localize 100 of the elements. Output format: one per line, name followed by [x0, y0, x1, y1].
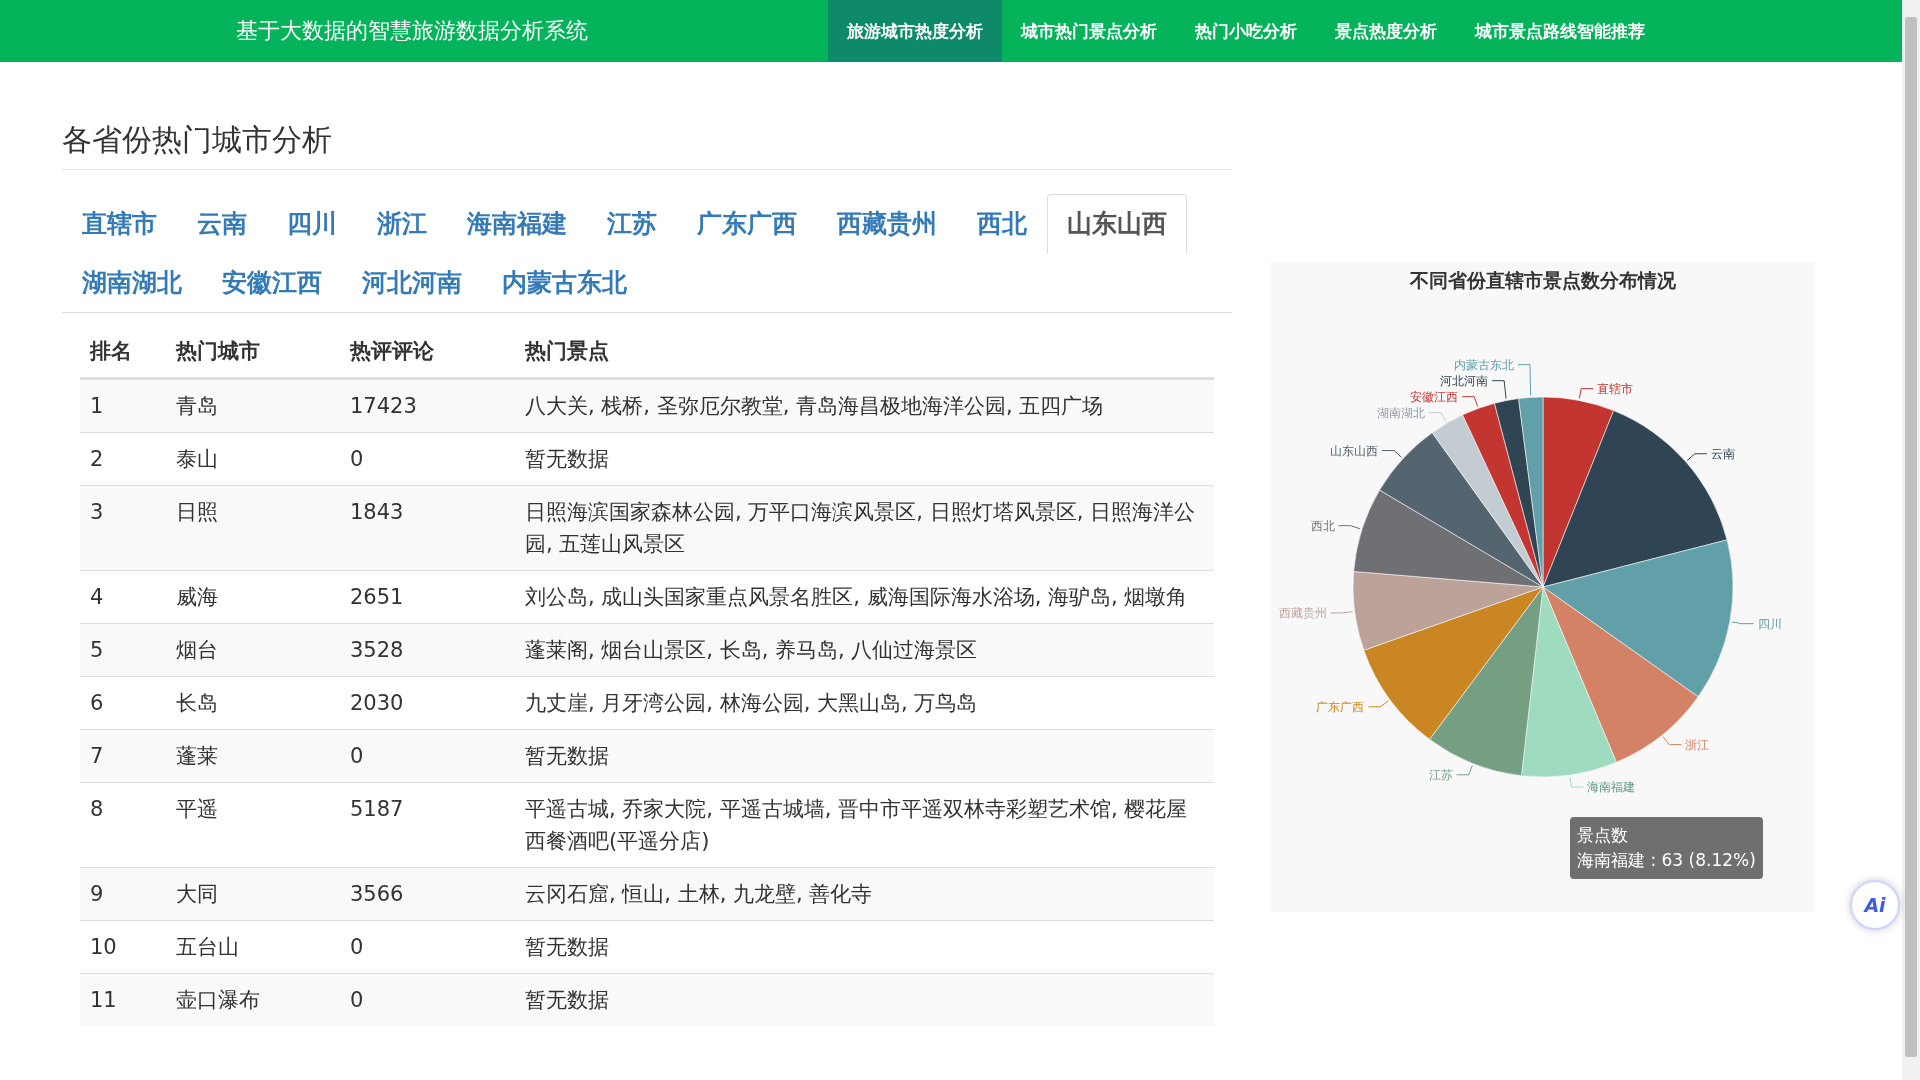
slice-label: 浙江: [1685, 737, 1710, 752]
leader-line: [1517, 364, 1532, 396]
table-cell-text: 10: [89, 934, 118, 961]
nav-item[interactable]: 景点热度分析: [1316, 0, 1456, 62]
nav-item[interactable]: 热门小吃分析: [1176, 0, 1316, 62]
table-cell-text: 5: [89, 637, 105, 664]
table-cell-text: 1843: [349, 499, 405, 526]
leader-line: [1569, 776, 1584, 788]
leader-line: [1428, 412, 1447, 422]
table-cell-text: 烟台: [175, 637, 219, 664]
scrollbar[interactable]: [1902, 0, 1920, 1080]
pie-slice[interactable]: [1542, 539, 1734, 698]
slice-label: 广东广西: [1316, 699, 1365, 714]
table-cell-text: 0: [349, 987, 365, 1014]
table-cell-text: 威海: [175, 584, 219, 611]
pie-slice[interactable]: [1462, 403, 1544, 588]
nav-item[interactable]: 城市热门景点分析: [1002, 0, 1176, 62]
leader-line: [1381, 450, 1402, 458]
table-cell-text: 五台山: [175, 934, 240, 961]
column-header: 排名: [88, 338, 133, 365]
table-cell-text: 日照: [175, 499, 219, 526]
table-cell-text: 3566: [349, 881, 405, 908]
table-cell-text: 暂无数据: [524, 987, 610, 1014]
table-cell-text: 青岛: [175, 393, 219, 420]
slice-label: 江苏: [1428, 767, 1453, 782]
column-header: 热门景点: [523, 338, 610, 365]
table-cell-text: 泰山: [175, 446, 219, 473]
ai-button[interactable]: Ai: [1850, 880, 1900, 930]
slice-label: 山东山西: [1330, 443, 1379, 458]
tab[interactable]: 四川: [267, 194, 357, 254]
tab[interactable]: 海南福建: [447, 194, 587, 254]
table-cell-text: 暂无数据: [524, 934, 610, 961]
leader-line: [1491, 380, 1507, 400]
table-cell-text: 0: [349, 743, 365, 770]
leader-line: [1461, 396, 1479, 407]
table-cell-text: 2030: [349, 690, 405, 717]
slice-label: 海南福建: [1587, 780, 1636, 794]
table-cell-text: 云冈石窟, 恒山, 土林, 九龙壁, 善化寺: [524, 881, 874, 908]
table-cell-text: 0: [349, 934, 365, 961]
slice-label: 四川: [1757, 616, 1782, 631]
table-cell-text: 7: [89, 743, 105, 770]
pie-slice[interactable]: [1379, 432, 1544, 588]
leader-line: [1456, 765, 1473, 776]
pie-slice[interactable]: [1518, 396, 1544, 588]
table-cell-text: 刘公岛, 成山头国家重点风景名胜区, 威海国际海水浴场, 海驴岛, 烟墩角: [524, 584, 1189, 611]
tab[interactable]: 河北河南: [342, 253, 482, 313]
scrollbar-thumb[interactable]: [1905, 17, 1917, 1057]
tab[interactable]: 山东山西: [1047, 194, 1187, 254]
leader-line: [1578, 388, 1594, 399]
table-cell-text: 蓬莱: [175, 743, 219, 770]
tab[interactable]: 湖南湖北: [62, 253, 202, 313]
slice-label: 直辖市: [1597, 381, 1634, 396]
leader-line: [1731, 621, 1755, 625]
slice-label: 河北河南: [1440, 373, 1489, 388]
leader-line: [1367, 700, 1389, 708]
table-cell-text: 平遥: [175, 796, 219, 823]
pie-slice[interactable]: [1431, 414, 1544, 588]
leader-line: [1662, 736, 1682, 746]
table-cell-text: 11: [89, 987, 118, 1014]
pie-slice[interactable]: [1352, 571, 1544, 651]
tab[interactable]: 西藏贵州: [817, 194, 957, 254]
leader-line: [1686, 453, 1708, 461]
table-cell-text: 壶口瀑布: [175, 987, 261, 1014]
table-cell-text: 暂无数据: [524, 743, 610, 770]
table-cell-text: 0: [349, 446, 365, 473]
slice-label: 湖南湖北: [1376, 405, 1425, 420]
slice-label: 西北: [1310, 518, 1335, 533]
slice-label: 云南: [1710, 446, 1735, 461]
leader-line: [1330, 611, 1354, 614]
tab[interactable]: 浙江: [357, 194, 447, 254]
table-cell-text: 暂无数据: [524, 446, 610, 473]
table-cell-text: 2651: [349, 584, 405, 611]
table-cell-text: 8: [89, 796, 105, 823]
nav-item[interactable]: 城市景点路线智能推荐: [1456, 0, 1664, 62]
table-cell-text: 17423: [349, 393, 418, 420]
table-cell-text: 9: [89, 881, 105, 908]
slice-label: 西藏贵州: [1278, 605, 1327, 620]
slice-label: 安徽江西: [1410, 389, 1459, 404]
table-cell-text: 大同: [175, 881, 219, 908]
app-title: 基于大数据的智慧旅游数据分析系统: [236, 17, 588, 45]
table-cell-text: 1: [89, 393, 105, 420]
tab[interactable]: 安徽江西: [202, 253, 342, 313]
tab[interactable]: 广东广西: [677, 194, 817, 254]
slice-label: 内蒙古东北: [1454, 357, 1514, 372]
tab[interactable]: 直辖市: [62, 194, 177, 254]
nav-item[interactable]: 旅游城市热度分析: [828, 0, 1002, 62]
tab[interactable]: 云南: [177, 194, 267, 254]
column-header: 热评评论: [348, 338, 435, 365]
pie-slice[interactable]: [1353, 489, 1544, 588]
chart-title: 不同省份直辖市景点数分布情况: [1409, 269, 1676, 291]
tab[interactable]: 西北: [957, 194, 1047, 254]
table-cell-text: 蓬莱阁, 烟台山景区, 长岛, 养马岛, 八仙过海景区: [524, 637, 979, 664]
table-cell-text: 3528: [349, 637, 405, 664]
leader-line: [1338, 525, 1361, 530]
tooltip-title: 景点数: [1577, 824, 1629, 847]
tab[interactable]: 内蒙古东北: [482, 253, 647, 313]
table-cell-text: 4: [89, 584, 105, 611]
table-cell-text: 九丈崖, 月牙湾公园, 林海公园, 大黑山岛, 万鸟岛: [524, 690, 979, 717]
tab[interactable]: 江苏: [587, 194, 677, 254]
table-cell-text: 日照海滨国家森林公园, 万平口海滨风景区, 日照灯塔风景区, 日照海洋公园, 五莲山风景区: [524, 499, 1197, 558]
